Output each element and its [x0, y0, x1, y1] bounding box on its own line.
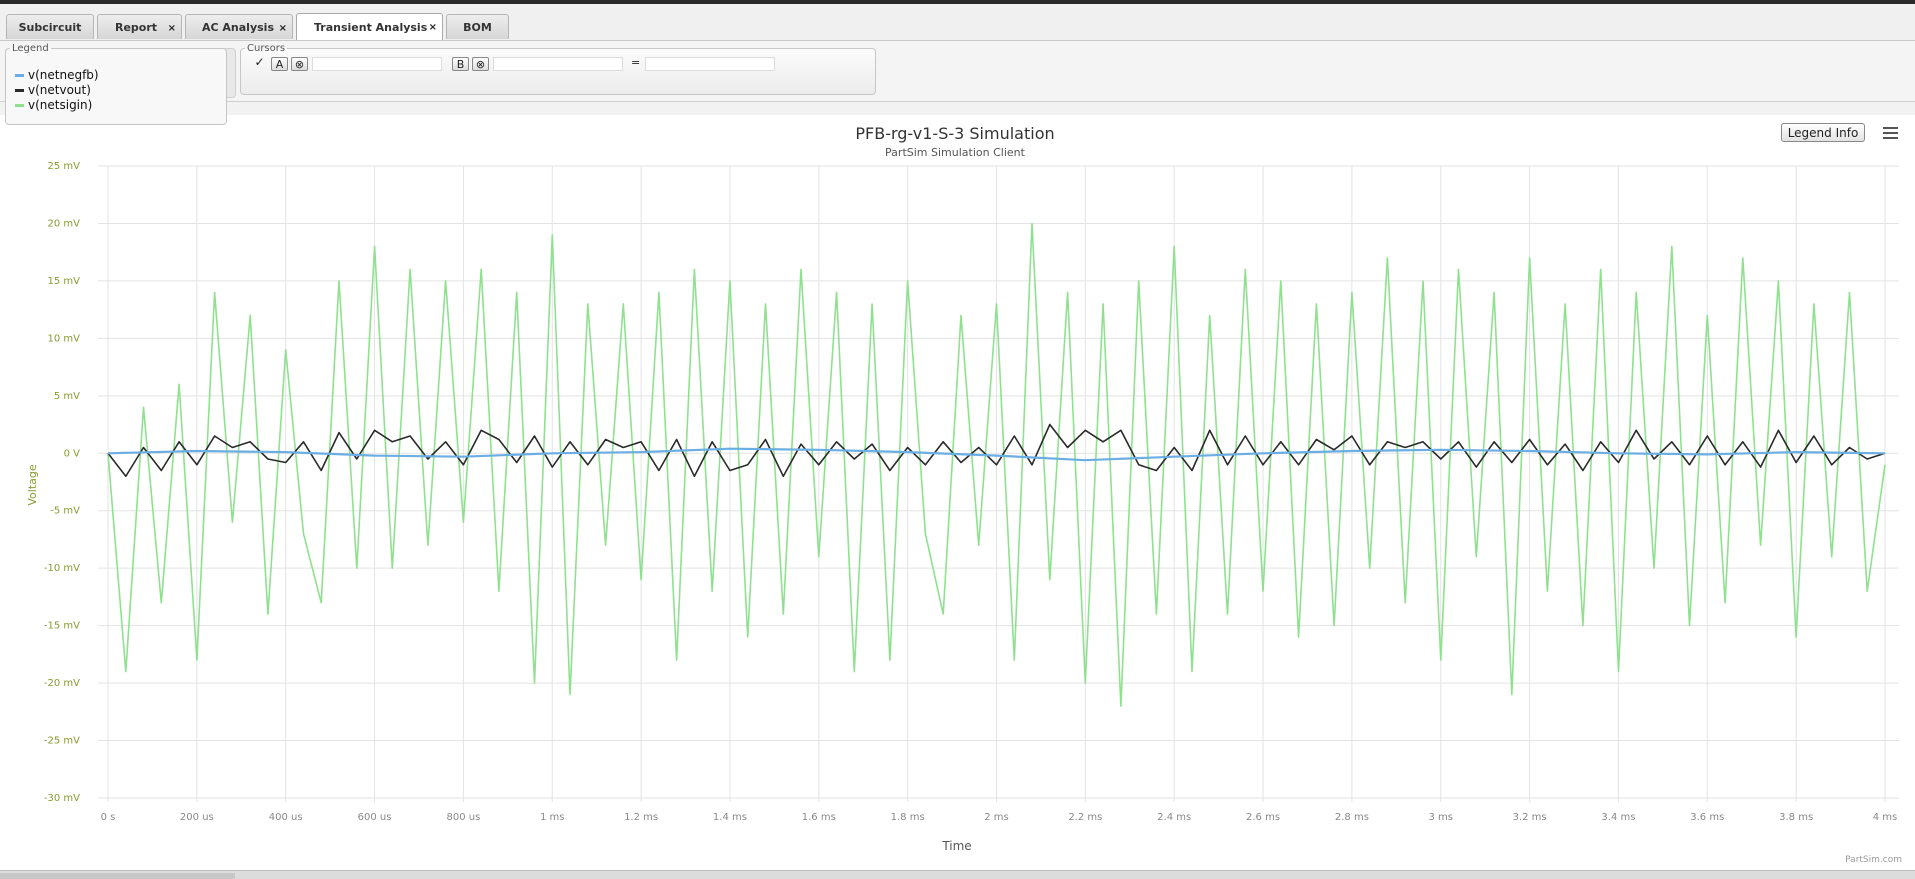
x-tick-label: 3.4 ms: [1601, 812, 1635, 823]
x-tick-label: 3.6 ms: [1690, 812, 1724, 823]
status-bar-segment: [0, 873, 235, 879]
y-tick-label: 5 mV: [54, 391, 80, 402]
legend-item-netsigin[interactable]: v(netsigin): [15, 98, 92, 112]
y-tick-label: -15 mV: [44, 621, 80, 632]
x-tick-label: 2.4 ms: [1157, 812, 1191, 823]
legend-item-label: v(netnegfb): [28, 68, 99, 82]
x-tick-label: 1.4 ms: [713, 812, 747, 823]
hamburger-menu-icon[interactable]: [1883, 127, 1898, 139]
series-swatch: [15, 88, 24, 92]
x-tick-label: 4 ms: [1873, 812, 1898, 823]
x-tick-label: 800 us: [446, 812, 480, 823]
legend-item-label: v(netsigin): [28, 98, 93, 112]
x-axis-title: Time: [941, 839, 971, 853]
x-tick-label: 2.8 ms: [1335, 812, 1369, 823]
y-tick-label: -30 mV: [44, 793, 80, 804]
y-tick-label: -25 mV: [44, 736, 80, 747]
series-swatch: [15, 73, 24, 77]
y-tick-label: 25 mV: [48, 161, 81, 172]
x-tick-label: 2 ms: [984, 812, 1009, 823]
legend-info-button[interactable]: Legend Info: [1781, 123, 1865, 142]
x-tick-label: 0 s: [101, 812, 116, 823]
x-tick-label: 1 ms: [540, 812, 565, 823]
x-tick-label: 1.8 ms: [891, 812, 925, 823]
menu-bar: [1883, 127, 1898, 129]
legend-panel: Legend v(netnegfb) v(netvout) v(netsigin…: [5, 43, 227, 125]
x-tick-label: 2.2 ms: [1068, 812, 1102, 823]
y-tick-label: 10 mV: [48, 333, 81, 344]
chart-credit: PartSim.com: [1845, 855, 1902, 865]
x-tick-label: 3 ms: [1429, 812, 1454, 823]
chart-title: PFB-rg-v1-S-3 Simulation: [855, 124, 1054, 143]
menu-bar: [1883, 132, 1898, 134]
y-axis-title: Voltage: [26, 464, 39, 505]
series-swatch: [15, 103, 24, 107]
y-tick-label: 0 V: [64, 448, 81, 459]
legend-item-netvout[interactable]: v(netvout): [15, 83, 91, 97]
x-tick-label: 2.6 ms: [1246, 812, 1280, 823]
x-tick-label: 1.6 ms: [802, 812, 836, 823]
y-tick-label: -10 mV: [44, 563, 80, 574]
legend-item-netnegfb[interactable]: v(netnegfb): [15, 68, 99, 82]
transient-chart[interactable]: PFB-rg-v1-S-3 Simulation PartSim Simulat…: [0, 0, 1915, 870]
x-tick-label: 600 us: [358, 812, 392, 823]
x-tick-label: 200 us: [180, 812, 214, 823]
chart-subtitle: PartSim Simulation Client: [885, 146, 1026, 159]
x-tick-label: 3.2 ms: [1513, 812, 1547, 823]
y-tick-label: 15 mV: [48, 276, 81, 287]
y-tick-label: 20 mV: [48, 218, 81, 229]
y-tick-label: -20 mV: [44, 678, 80, 689]
y-tick-label: -5 mV: [50, 506, 80, 517]
x-tick-label: 3.8 ms: [1779, 812, 1813, 823]
legend-panel-title: Legend: [12, 43, 49, 54]
menu-bar: [1883, 137, 1898, 139]
legend-item-label: v(netvout): [28, 83, 91, 97]
x-tick-label: 1.2 ms: [624, 812, 658, 823]
x-tick-label: 400 us: [269, 812, 303, 823]
